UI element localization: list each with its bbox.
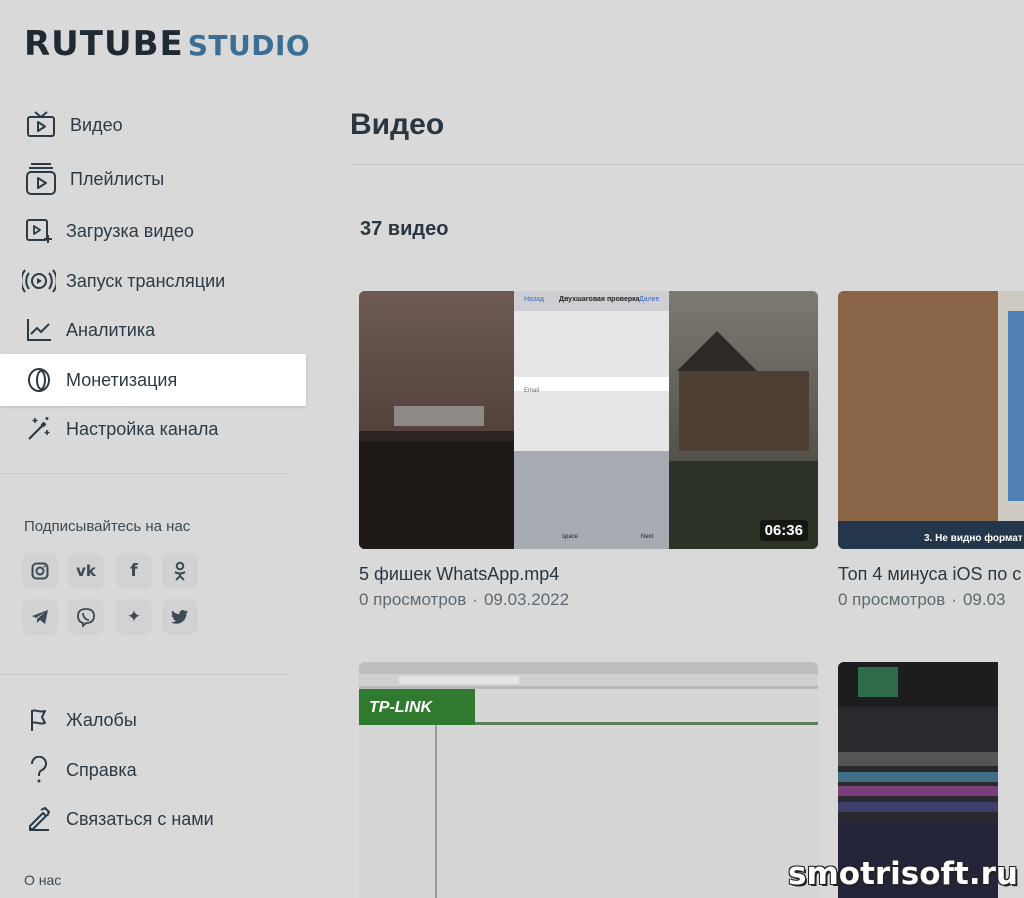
- about-link[interactable]: О нас: [24, 872, 61, 888]
- sidebar-item-analytics[interactable]: Аналитика: [0, 304, 306, 356]
- telegram-icon[interactable]: [22, 599, 58, 635]
- thumbnail-image: [838, 291, 1024, 549]
- video-thumbnail[interactable]: Назад Двухшаговая проверка Далее Email s…: [359, 291, 818, 549]
- sidebar-item-monetization[interactable]: Монетизация: [0, 354, 306, 406]
- watermark: smotrisoft.ru: [788, 856, 1018, 892]
- page-title: Видео: [350, 108, 445, 141]
- tv-play-icon: [24, 108, 58, 142]
- sidebar-item-label: Видео: [70, 114, 123, 135]
- vk-icon[interactable]: vk: [68, 553, 104, 589]
- thumb-screen-title: Двухшаговая проверка: [559, 296, 640, 303]
- logo-main: RUTUBE: [24, 24, 184, 64]
- title-divider: [350, 164, 1024, 165]
- thumbnail-image: [359, 291, 818, 549]
- sidebar-item-video[interactable]: Видео: [0, 99, 306, 151]
- help-icon: [22, 753, 56, 787]
- sidebar-item-label: Запуск трансляции: [66, 270, 226, 291]
- sparkle-icon[interactable]: ✦: [116, 599, 152, 635]
- thumb-caption: 3. Не видно формат: [924, 533, 1023, 544]
- sidebar-item-label: Справка: [66, 759, 137, 780]
- video-meta: 0 просмотров · 09.03: [838, 590, 1006, 610]
- flag-icon: [22, 703, 56, 737]
- thumb-email-text: Email: [524, 388, 540, 394]
- sidebar-item-label: Аналитика: [66, 319, 156, 340]
- facebook-icon-glyph: f: [130, 561, 138, 581]
- meta-separator: ·: [472, 590, 478, 609]
- sidebar-divider: [0, 473, 290, 474]
- thumb-space-text: space: [562, 534, 579, 540]
- thumb-next-text: Next: [641, 534, 654, 540]
- thumb-done-text: Далее: [639, 296, 660, 303]
- meta-separator: ·: [951, 590, 957, 609]
- thumbnail-image: [359, 662, 818, 898]
- logo-sub: STUDIO: [187, 29, 311, 62]
- video-meta: 0 просмотров · 09.03.2022: [359, 590, 569, 610]
- playlist-icon: [24, 162, 58, 196]
- contact-icon: [22, 802, 56, 836]
- video-views: 0 просмотров: [838, 590, 946, 609]
- broadcast-icon: [22, 264, 56, 298]
- magic-wand-icon: [22, 412, 56, 446]
- sparkle-icon-glyph: ✦: [126, 607, 142, 627]
- video-thumbnail[interactable]: TP-LINK: [359, 662, 818, 898]
- sidebar-item-help[interactable]: Справка: [0, 744, 306, 796]
- sidebar-item-contact[interactable]: Связаться с нами: [0, 793, 306, 845]
- viber-icon[interactable]: [68, 599, 104, 635]
- sidebar-item-complaints[interactable]: Жалобы: [0, 694, 306, 746]
- sidebar-item-label: Жалобы: [66, 709, 137, 730]
- odnoklassniki-icon[interactable]: [162, 553, 198, 589]
- vk-icon-glyph: vk: [76, 562, 96, 580]
- video-count: 37 видео: [360, 218, 449, 240]
- video-duration: 06:36: [759, 520, 808, 541]
- analytics-icon: [22, 313, 56, 347]
- video-title[interactable]: 5 фишек WhatsApp.mp4: [359, 564, 559, 585]
- video-thumbnail[interactable]: 3. Не видно формат: [838, 291, 1024, 549]
- sidebar-item-playlists[interactable]: Плейлисты: [0, 153, 306, 205]
- sidebar-item-label: Загрузка видео: [66, 220, 194, 241]
- sidebar-item-upload[interactable]: Загрузка видео: [0, 205, 306, 257]
- sidebar-item-label: Связаться с нами: [66, 808, 214, 829]
- facebook-icon[interactable]: f: [116, 553, 152, 589]
- video-date: 09.03: [962, 590, 1006, 609]
- sidebar-divider: [0, 674, 290, 675]
- sidebar-item-label: Плейлисты: [70, 168, 165, 189]
- video-title[interactable]: Топ 4 минуса iOS по с: [838, 564, 1021, 585]
- sidebar-item-label: Настройка канала: [66, 418, 219, 439]
- video-views: 0 просмотров: [359, 590, 467, 609]
- sidebar-item-label: Монетизация: [66, 369, 178, 390]
- instagram-icon[interactable]: [22, 553, 58, 589]
- twitter-icon[interactable]: [162, 599, 198, 635]
- tplink-logo: TP-LINK: [369, 699, 433, 716]
- thumb-back-text: Назад: [524, 296, 545, 303]
- sidebar-item-broadcast[interactable]: Запуск трансляции: [0, 255, 306, 307]
- video-date: 09.03.2022: [483, 590, 570, 609]
- rutube-studio-logo[interactable]: RUTUBE STUDIO: [24, 24, 310, 64]
- monetization-icon: [22, 363, 56, 397]
- upload-video-icon: [22, 214, 56, 248]
- sidebar-item-channel-settings[interactable]: Настройка канала: [0, 403, 306, 455]
- social-title: Подписывайтесь на нас: [24, 518, 191, 535]
